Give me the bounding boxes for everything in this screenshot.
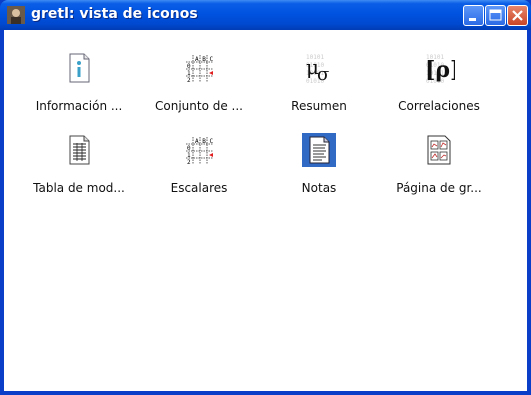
dataset-grid-icon: A B C 0 1 2 xyxy=(186,55,213,84)
svg-text:σ: σ xyxy=(317,64,329,84)
icon-label: Información ... xyxy=(35,99,123,113)
model-table-icon xyxy=(69,135,90,165)
icon-item-pagina-graficos[interactable]: Página de gr... xyxy=(379,134,499,204)
svg-text:1: 1 xyxy=(187,70,191,77)
icon-view-area: Información ... A B C 0 1 2 Conjunto de … xyxy=(4,30,527,391)
icon-label: Página de gr... xyxy=(396,181,482,195)
icon-label: Resumen xyxy=(291,99,347,113)
svg-text:A B C: A B C xyxy=(195,56,213,63)
info-document-icon xyxy=(69,53,90,83)
maximize-icon xyxy=(489,9,502,21)
icon-label: Correlaciones xyxy=(398,99,480,113)
svg-text:2: 2 xyxy=(187,159,191,166)
title-bar[interactable]: gretl: vista de iconos xyxy=(0,0,531,30)
summary-mu-sigma-icon: 1010101010 1010101010 μ σ xyxy=(306,54,329,84)
svg-text:[ρ]: [ρ] xyxy=(425,57,455,83)
icon-label: Notas xyxy=(301,181,337,195)
scalars-grid-icon: A B C 0 1 2 xyxy=(186,137,213,166)
close-button[interactable] xyxy=(507,5,528,26)
window-bottom-border xyxy=(0,391,531,395)
minimize-icon xyxy=(469,18,476,21)
icon-item-conjunto[interactable]: A B C 0 1 2 Conjunto de ... xyxy=(139,52,259,122)
gretl-app-icon xyxy=(7,6,25,24)
icon-item-tabla-modelos[interactable]: Tabla de mod... xyxy=(19,134,139,204)
icon-label: Conjunto de ... xyxy=(155,99,243,113)
icon-item-notas[interactable]: Notas xyxy=(259,133,379,204)
svg-text:2: 2 xyxy=(187,77,191,84)
icon-label: Escalares xyxy=(170,181,228,195)
graph-page-icon xyxy=(427,135,451,165)
close-icon xyxy=(512,10,523,21)
maximize-button[interactable] xyxy=(485,5,506,26)
notes-document-icon xyxy=(302,133,336,167)
icon-item-correlaciones[interactable]: 1010101010 1010101010 [ρ] Correlaciones xyxy=(379,52,499,122)
window-title: gretl: vista de iconos xyxy=(31,6,198,22)
svg-text:0: 0 xyxy=(187,145,191,152)
svg-text:A B C: A B C xyxy=(195,138,213,145)
icon-item-escalares[interactable]: A B C 0 1 2 Escalares xyxy=(139,134,259,204)
icon-label: Tabla de mod... xyxy=(33,181,125,195)
gretl-icon-view-window: gretl: vista de iconos Información ... A… xyxy=(0,0,531,395)
svg-text:1: 1 xyxy=(187,152,191,159)
icon-item-resumen[interactable]: 10101 01010 10101 01010 μ σ Resumen xyxy=(259,52,379,122)
svg-text:0: 0 xyxy=(187,63,191,70)
correlation-rho-icon: 1010101010 1010101010 [ρ] xyxy=(425,54,455,84)
minimize-button[interactable] xyxy=(463,5,484,26)
icon-item-informacion[interactable]: Información ... xyxy=(19,52,139,122)
